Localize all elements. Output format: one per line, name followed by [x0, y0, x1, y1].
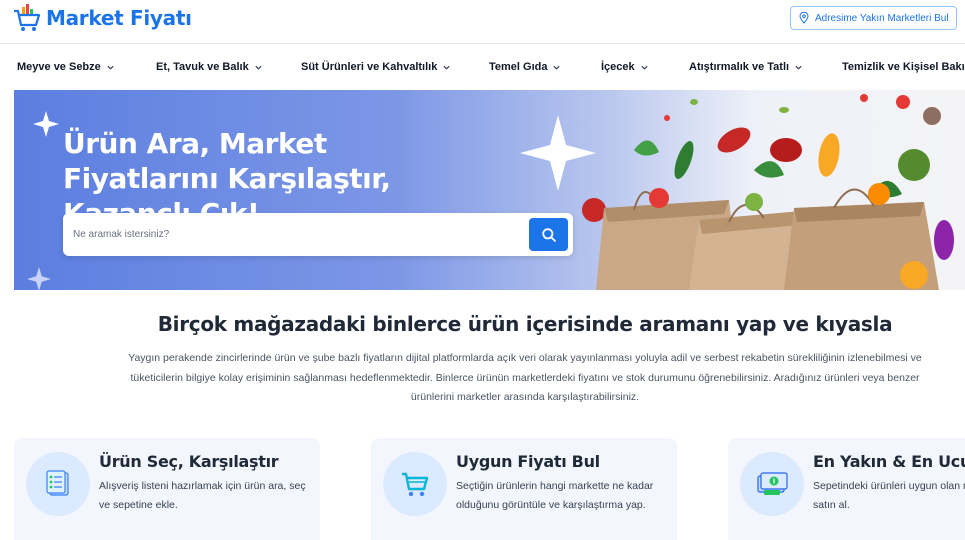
- card-title: Uygun Fiyatı Bul: [456, 452, 600, 471]
- card-text: Sepetindeki ürünleri uygun olan markette…: [813, 480, 965, 511]
- section-title: Birçok mağazadaki binlerce ürün içerisin…: [157, 312, 893, 336]
- sparkle-star-icon: [33, 111, 59, 137]
- money-icon: [757, 472, 788, 495]
- search-input[interactable]: [63, 213, 523, 256]
- top-header: Market Fiyatı Adresime Yakın Marketleri …: [0, 0, 965, 44]
- nav-item-et-tavuk-balik[interactable]: Et, Tavuk ve Balık: [156, 45, 263, 89]
- nav-item-temel-gida[interactable]: Temel Gıda: [489, 45, 561, 89]
- chevron-down-icon: [107, 65, 114, 70]
- cart-logo-icon: [14, 4, 41, 31]
- nav-item-label: Et, Tavuk ve Balık: [156, 61, 249, 73]
- card-title: Ürün Seç, Karşılaştır: [99, 452, 279, 471]
- logo[interactable]: Market Fiyatı: [12, 3, 192, 33]
- feature-card-best-price: Uygun Fiyatı Bul Seçtiğin ürünlerin hang…: [371, 438, 677, 540]
- nav-item-sut-urunleri[interactable]: Süt Ürünleri ve Kahvaltılık: [301, 45, 451, 89]
- category-nav: Meyve ve Sebze Et, Tavuk ve Balık Süt Ür…: [0, 45, 965, 89]
- nav-item-label: Meyve ve Sebze: [17, 61, 101, 73]
- nav-item-atistirmalik[interactable]: Atıştırmalık ve Tatlı: [689, 45, 803, 89]
- nav-item-label: Temizlik ve Kişisel Bakım: [842, 61, 965, 73]
- feature-card-select-compare: Ürün Seç, Karşılaştır Alışveriş listeni …: [14, 438, 320, 540]
- card-icon-wrapper: [740, 452, 804, 516]
- hero-banner: Ürün Ara, Market Fiyatlarını Karşılaştır…: [14, 90, 965, 290]
- card-icon-wrapper: [26, 452, 90, 516]
- nav-item-label: Süt Ürünleri ve Kahvaltılık: [301, 61, 438, 73]
- find-nearby-markets-button[interactable]: Adresime Yakın Marketleri Bul: [790, 6, 957, 30]
- logo-text: Market Fiyatı: [46, 6, 192, 30]
- nav-item-meyve-sebze[interactable]: Meyve ve Sebze: [17, 45, 115, 89]
- chevron-down-icon: [443, 65, 450, 70]
- nav-item-label: Temel Gıda: [489, 61, 548, 73]
- location-pin-icon: [799, 12, 809, 24]
- nav-item-label: İçecek: [601, 61, 635, 73]
- nav-item-icecek[interactable]: İçecek: [601, 45, 649, 89]
- grocery-bags-illustration: [520, 94, 954, 290]
- card-icon-wrapper: [383, 452, 447, 516]
- card-text: Alışveriş listeni hazırlamak için ürün a…: [99, 480, 306, 511]
- cart-icon: [402, 472, 429, 497]
- card-title: En Yakın & En Ucuz: [813, 452, 965, 471]
- nav-item-label: Atıştırmalık ve Tatlı: [689, 61, 790, 73]
- chevron-down-icon: [255, 65, 262, 70]
- card-text: Seçtiğin ürünlerin hangi markette ne kad…: [456, 480, 654, 511]
- chevron-down-icon: [641, 65, 648, 70]
- section-description: Yaygın perakende zincirlerinde ürün ve ş…: [128, 352, 922, 403]
- checklist-icon: [46, 470, 69, 496]
- chevron-down-icon: [795, 65, 802, 70]
- feature-card-nearest-cheapest: En Yakın & En Ucuz Sepetindeki ürünleri …: [728, 438, 965, 540]
- find-nearby-markets-label: Adresime Yakın Marketleri Bul: [815, 12, 949, 24]
- chevron-down-icon: [553, 65, 561, 70]
- nav-item-temizlik[interactable]: Temizlik ve Kişisel Bakım: [842, 45, 965, 89]
- sparkle-star-icon: [26, 266, 52, 290]
